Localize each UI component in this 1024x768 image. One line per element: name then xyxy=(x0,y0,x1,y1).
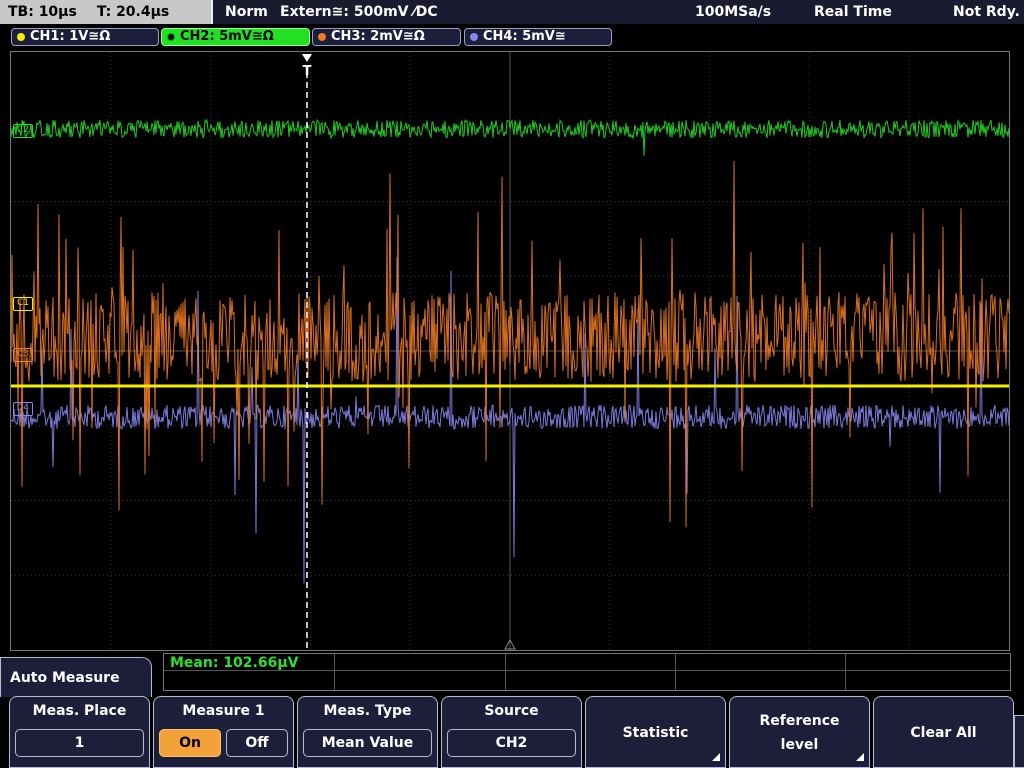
divider xyxy=(334,654,335,690)
menu-title: Auto Measure xyxy=(0,657,152,697)
measure-off-button[interactable]: Off xyxy=(226,729,288,757)
timebase-readout: TB: 10µs xyxy=(8,4,77,20)
measurement-panel: Mean: 102.66µV xyxy=(163,653,1011,691)
channel-color-icon xyxy=(318,33,326,41)
menu-scroll-handle[interactable] xyxy=(1014,715,1024,768)
measure-on-button[interactable]: On xyxy=(159,729,221,757)
submenu-arrow-icon xyxy=(856,753,864,761)
divider xyxy=(675,654,676,690)
softkey-title: Meas. Type xyxy=(323,703,412,719)
channel-tab-ch4[interactable]: CH4: 5mV≅ xyxy=(464,28,612,46)
divider xyxy=(164,670,1010,671)
channel-color-icon xyxy=(470,33,478,41)
softkey-label: Clear All xyxy=(910,725,977,741)
waveform-traces xyxy=(11,52,1009,650)
source-softkey[interactable]: Source CH2 xyxy=(441,696,582,768)
ch4-level-marker[interactable]: C4 xyxy=(13,402,34,416)
meas-place-value[interactable]: 1 xyxy=(15,729,144,757)
reference-level-softkey[interactable]: Reference level xyxy=(729,696,870,768)
ch1-level-marker[interactable]: C1 xyxy=(13,297,34,311)
statistic-softkey[interactable]: Statistic xyxy=(585,696,726,768)
acquisition-mode: Real Time xyxy=(814,4,892,20)
trigger-mode[interactable]: Norm xyxy=(225,0,268,24)
softkey-label: Statistic xyxy=(622,725,689,741)
source-value[interactable]: CH2 xyxy=(447,729,576,757)
softkey-label: level xyxy=(780,737,819,753)
trigger-source[interactable]: Extern≅: 500mV ⁄DC xyxy=(280,0,438,24)
ch2-level-marker[interactable]: C2 xyxy=(13,124,34,138)
submenu-arrow-icon xyxy=(712,753,720,761)
sample-rate: 100MSa/s xyxy=(695,4,772,20)
softkey-title: Measure 1 xyxy=(182,703,265,719)
divider xyxy=(505,654,506,690)
softkey-title: Meas. Place xyxy=(32,703,127,719)
trigger-position-label[interactable]: T xyxy=(301,64,313,79)
softkey-label: Reference xyxy=(759,713,840,729)
divider xyxy=(845,654,846,690)
waveform-display[interactable]: C2 C1 C3 C4 T xyxy=(10,51,1010,651)
ch3-level-marker[interactable]: C3 xyxy=(13,348,34,362)
acquisition-status: Not Rdy. xyxy=(953,4,1020,20)
channel-label: CH1: 1V≅Ω xyxy=(30,29,111,44)
channel-tab-ch3[interactable]: CH3: 2mV≅Ω xyxy=(312,28,461,46)
meas-type-value[interactable]: Mean Value xyxy=(303,729,432,757)
channel-color-icon xyxy=(17,33,25,41)
channel-label: CH4: 5mV≅ xyxy=(483,29,566,44)
measure1-softkey[interactable]: Measure 1 On Off xyxy=(153,696,294,768)
meas-place-softkey[interactable]: Meas. Place 1 xyxy=(9,696,150,768)
channel-tab-ch2[interactable]: CH2: 5mV≅Ω xyxy=(161,28,310,46)
channel-label: CH2: 5mV≅Ω xyxy=(180,29,274,44)
timebase-box[interactable]: TB: 10µs T: 20.4µs xyxy=(0,0,213,24)
channel-color-icon xyxy=(167,33,175,41)
channel-tab-ch1[interactable]: CH1: 1V≅Ω xyxy=(11,28,159,46)
trigger-time-readout: T: 20.4µs xyxy=(96,4,170,20)
meas-type-softkey[interactable]: Meas. Type Mean Value xyxy=(297,696,438,768)
mean-readout: Mean: 102.66µV xyxy=(170,655,299,671)
channel-label: CH3: 2mV≅Ω xyxy=(331,29,425,44)
softkey-title: Source xyxy=(484,703,539,719)
clear-all-softkey[interactable]: Clear All xyxy=(873,696,1014,768)
